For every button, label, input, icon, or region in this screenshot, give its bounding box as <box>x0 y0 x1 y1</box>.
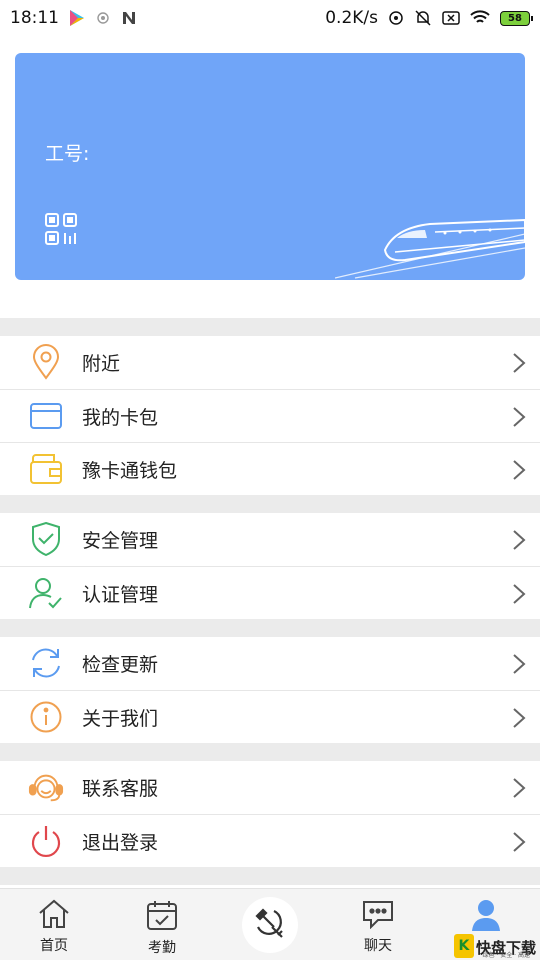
bottom-navigation: 首页 考勤 聊天 K 快盘下载 绿色 · 安全 · 高速 <box>0 888 540 960</box>
calendar-check-icon <box>146 899 178 935</box>
chevron-right-icon <box>512 831 526 853</box>
menu-item-label: 附近 <box>82 353 121 375</box>
menu-item-logout[interactable]: 退出登录 <box>0 814 540 867</box>
menu-item-my-cards[interactable]: 我的卡包 <box>0 389 540 442</box>
section-divider <box>0 495 540 513</box>
section-divider <box>0 867 540 885</box>
chevron-right-icon <box>512 707 526 729</box>
user-check-icon <box>28 575 64 611</box>
menu-item-wallet[interactable]: 豫卡通钱包 <box>0 442 540 495</box>
mute-icon <box>414 9 432 27</box>
watermark-logo: K 快盘下载 绿色 · 安全 · 高速 <box>453 934 536 959</box>
menu-item-customer-service[interactable]: 联系客服 <box>0 761 540 814</box>
employee-id-label: 工号: <box>45 143 90 165</box>
menu-item-label: 我的卡包 <box>82 406 159 429</box>
sim-icon <box>442 11 460 25</box>
info-icon <box>28 699 64 735</box>
menu-item-authentication[interactable]: 认证管理 <box>0 566 540 619</box>
nav-chat-label: 聊天 <box>364 938 392 954</box>
chat-icon <box>362 899 394 933</box>
settings-menu: 附近 我的卡包 豫卡通钱包 安全管理 认证管理 检查更新 关于我们 联系客服 退… <box>0 318 540 885</box>
qr-code-icon[interactable] <box>45 213 77 245</box>
chevron-right-icon <box>512 459 526 481</box>
menu-item-label: 认证管理 <box>82 583 159 606</box>
nav-attendance-label: 考勤 <box>148 940 176 956</box>
section-divider <box>0 619 540 637</box>
nav-home-label: 首页 <box>40 938 68 954</box>
status-bar: 18:11 0.2K/s 58 <box>0 0 540 36</box>
card-icon <box>28 398 64 434</box>
menu-item-security[interactable]: 安全管理 <box>0 513 540 566</box>
wifi-icon <box>470 10 490 26</box>
chevron-right-icon <box>512 777 526 799</box>
n-icon <box>121 10 137 26</box>
hotspot-icon <box>95 10 111 26</box>
chevron-right-icon <box>512 529 526 551</box>
play-store-icon <box>69 9 85 27</box>
menu-item-label: 安全管理 <box>82 530 159 552</box>
section-divider <box>0 318 540 336</box>
nav-party-center[interactable] <box>242 897 298 953</box>
nav-attendance[interactable]: 考勤 <box>108 889 216 960</box>
chevron-right-icon <box>512 352 526 374</box>
menu-item-nearby[interactable]: 附近 <box>0 336 540 389</box>
home-icon <box>38 899 70 933</box>
network-speed: 0.2K/s <box>325 8 378 28</box>
nav-chat[interactable]: 聊天 <box>324 889 432 960</box>
employee-card[interactable]: 工号: <box>15 53 525 280</box>
party-emblem-icon <box>252 905 288 945</box>
train-illustration <box>334 190 525 280</box>
menu-item-label: 联系客服 <box>82 778 159 800</box>
chevron-right-icon <box>512 653 526 675</box>
status-time: 18:11 <box>10 8 59 28</box>
location-pin-icon <box>28 344 64 380</box>
menu-item-label: 豫卡通钱包 <box>82 459 178 482</box>
section-divider <box>0 743 540 761</box>
watermark-k: K <box>453 934 474 958</box>
sync-icon <box>388 10 404 26</box>
menu-item-label: 退出登录 <box>82 831 159 854</box>
menu-item-label: 检查更新 <box>82 654 159 676</box>
menu-item-label: 关于我们 <box>82 707 159 730</box>
menu-item-check-update[interactable]: 检查更新 <box>0 637 540 690</box>
menu-item-about-us[interactable]: 关于我们 <box>0 690 540 743</box>
watermark-subtext: 绿色 · 安全 · 高速 <box>482 952 530 959</box>
shield-check-icon <box>28 521 64 557</box>
power-icon <box>28 823 64 859</box>
refresh-icon <box>28 645 64 681</box>
nav-home[interactable]: 首页 <box>0 889 108 960</box>
user-icon <box>471 899 501 935</box>
chevron-right-icon <box>512 583 526 605</box>
headset-icon <box>28 769 64 805</box>
chevron-right-icon <box>512 406 526 428</box>
wallet-icon <box>28 451 64 487</box>
battery-indicator: 58 <box>500 10 533 26</box>
